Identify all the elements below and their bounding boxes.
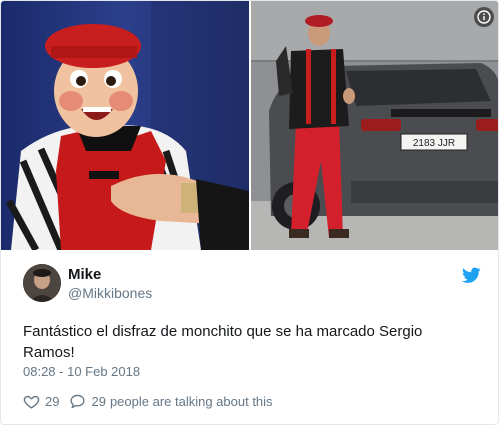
media-photo-player[interactable]: 2183 JJR xyxy=(251,1,498,250)
license-plate-text: 2183 JJR xyxy=(413,138,455,149)
user-avatar-icon xyxy=(23,264,61,302)
reply-bubble-icon xyxy=(70,394,86,408)
author-display-name[interactable]: Mike xyxy=(68,266,101,283)
tweet-media: 2183 JJR xyxy=(1,1,498,250)
avatar[interactable] xyxy=(23,264,61,302)
info-badge[interactable] xyxy=(474,7,494,27)
tweet-author-row: Mike @Mikkibones xyxy=(23,263,481,303)
twitter-bird-icon[interactable] xyxy=(462,267,481,284)
tweet-text: Fantástico el disfraz de monchito que se… xyxy=(23,321,473,363)
tweet-text-line: Ramos! xyxy=(23,344,75,361)
like-button[interactable]: 29 xyxy=(23,393,59,410)
like-count: 29 xyxy=(45,393,60,409)
media-photo-puppet[interactable] xyxy=(1,1,249,250)
author-handle[interactable]: @Mikkibones xyxy=(68,285,152,301)
info-icon xyxy=(477,10,491,24)
tweet-card[interactable]: 2183 JJR Mike @Mikkibones Fantástico el … xyxy=(0,0,499,425)
reply-count: 29 xyxy=(91,393,106,409)
tweet-timestamp[interactable]: 08:28 - 10 Feb 2018 xyxy=(23,364,140,379)
tweet-actions: 29 29 people are talking about this xyxy=(23,391,283,411)
tweet-text-line: Fantástico el disfraz de monchito que se… xyxy=(23,323,423,340)
reply-button[interactable]: 29 people are talking about this xyxy=(69,393,273,410)
talking-about-label: people are talking about this xyxy=(109,393,273,409)
heart-icon xyxy=(23,395,40,409)
